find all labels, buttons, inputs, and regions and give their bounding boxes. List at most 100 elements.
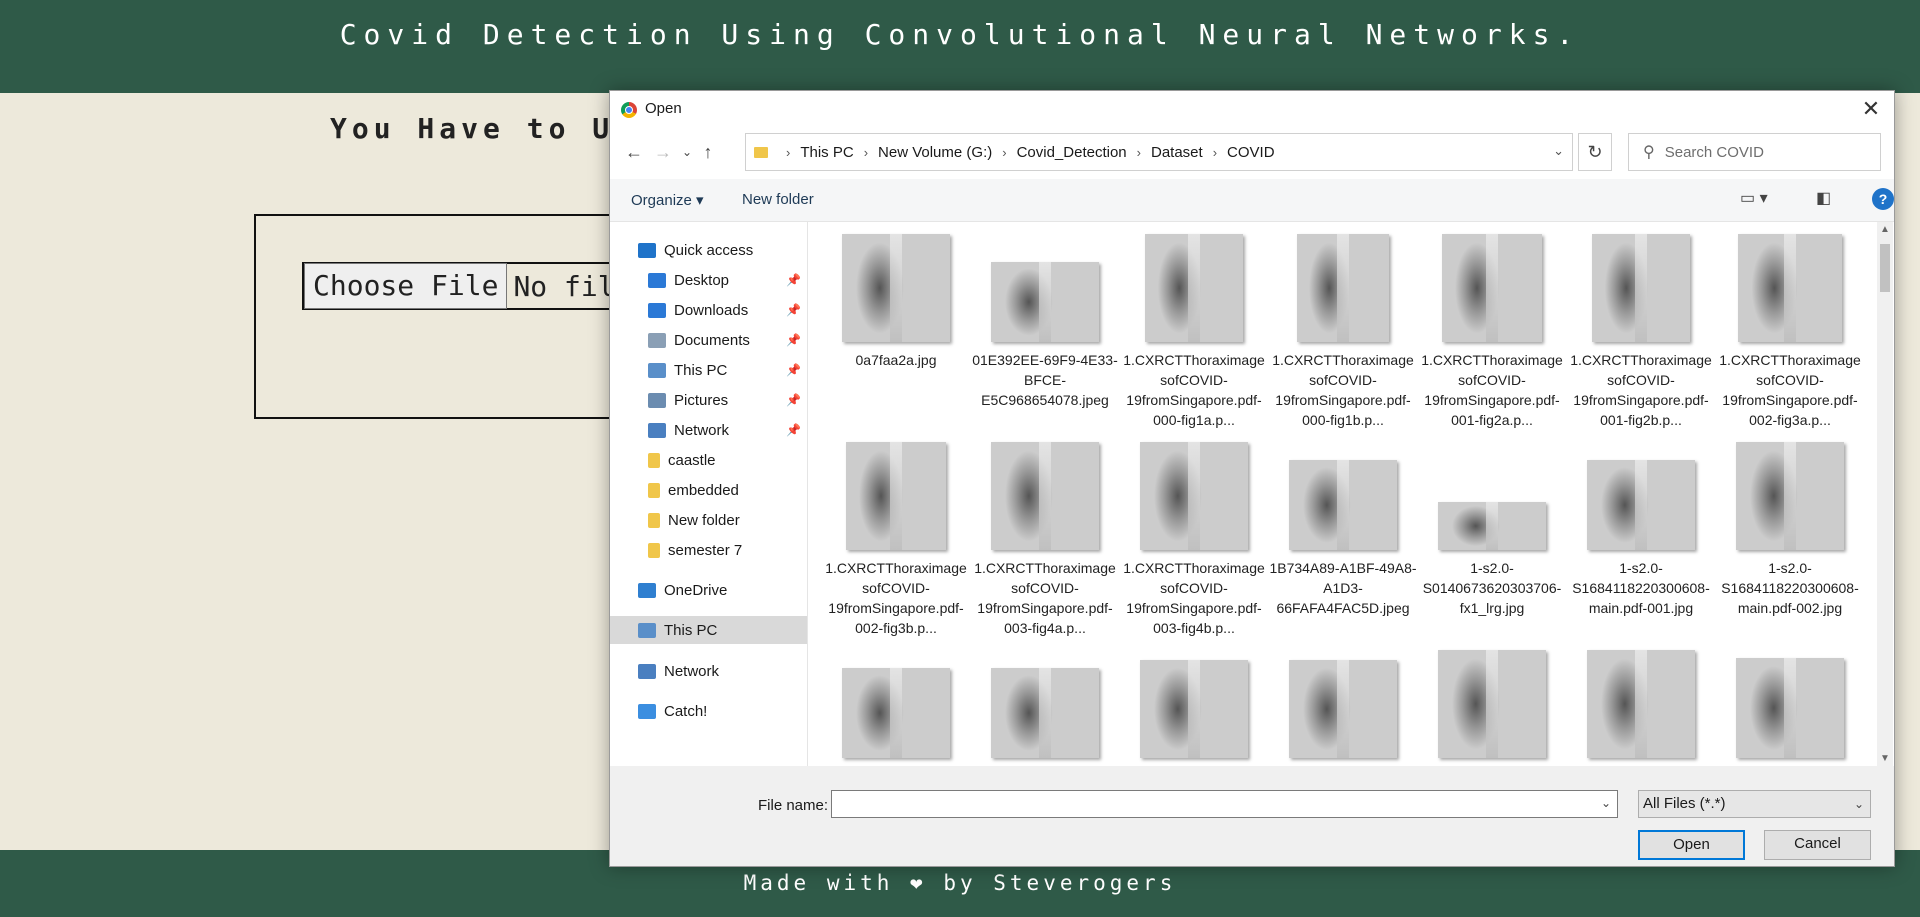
- thumbnail-frame: [822, 232, 970, 344]
- xray-thumbnail: [991, 668, 1099, 758]
- choose-file-button[interactable]: Choose File: [304, 263, 508, 309]
- xray-thumbnail: [1438, 502, 1546, 550]
- thumbnail-frame: [1716, 232, 1864, 344]
- sidebar-item[interactable]: Pictures 📌: [610, 386, 807, 414]
- chevron-right-icon[interactable]: ›: [1213, 145, 1217, 160]
- breadcrumb-item[interactable]: COVID: [1227, 144, 1275, 161]
- sidebar-item[interactable]: Network 📌: [610, 416, 807, 444]
- file-name: 1-s2.0-S1684118220300608-main.pdf-001.jp…: [1572, 560, 1710, 616]
- help-icon[interactable]: ?: [1872, 188, 1894, 210]
- sidebar-item[interactable]: semester 7: [610, 536, 807, 564]
- breadcrumb-item[interactable]: This PC: [800, 144, 853, 161]
- preview-pane-icon[interactable]: ◧: [1816, 188, 1831, 208]
- chevron-down-icon[interactable]: ⌄: [1553, 143, 1564, 159]
- sidebar-item-label: This PC: [674, 361, 728, 379]
- chevron-down-icon[interactable]: ⌄: [1601, 796, 1611, 810]
- sidebar-item[interactable]: Documents 📌: [610, 326, 807, 354]
- documents-icon: [648, 332, 666, 348]
- xray-thumbnail: [842, 668, 950, 758]
- file-name: 01E392EE-69F9-4E33-BFCE-E5C968654078.jpe…: [972, 352, 1118, 408]
- sidebar-item[interactable]: Downloads 📌: [610, 296, 807, 324]
- breadcrumb-item[interactable]: New Volume (G:): [878, 144, 992, 161]
- file-name: 0a7faa2a.jpg: [855, 352, 937, 368]
- organize-button[interactable]: Organize ▾: [631, 191, 704, 209]
- chevron-right-icon[interactable]: ›: [1137, 145, 1141, 160]
- sidebar-item[interactable]: This PC: [610, 616, 807, 644]
- thumbnail-frame: [1120, 232, 1268, 344]
- sidebar-item[interactable]: New folder: [610, 506, 807, 534]
- thumbnail-frame: [1269, 648, 1417, 760]
- pin-icon: 📌: [786, 273, 801, 287]
- file-name: 1.CXRCTThoraximagesofCOVID-19fromSingapo…: [1123, 352, 1265, 428]
- dialog-title: Open: [645, 100, 682, 117]
- sidebar-item[interactable]: caastle: [610, 446, 807, 474]
- xray-thumbnail: [991, 442, 1099, 550]
- view-options-icon[interactable]: ▭ ▾: [1740, 188, 1768, 208]
- open-button[interactable]: Open: [1638, 830, 1745, 860]
- xray-thumbnail: [1289, 660, 1397, 758]
- dialog-toolbar: Organize ▾ New folder ▭ ▾ ◧ ?: [610, 179, 1894, 222]
- thumbnail-frame: [1418, 648, 1566, 760]
- dialog-footer: File name: ⌄ All Files (*.*) ⌄ Open Canc…: [610, 766, 1894, 866]
- thumbnail-frame: [1716, 648, 1864, 760]
- sidebar-item[interactable]: embedded: [610, 476, 807, 504]
- folder-icon: [648, 482, 660, 498]
- sidebar-item-label: Network: [674, 421, 730, 439]
- open-file-dialog: Open ✕ ← → ⌄ ↑ › This PC › New Volume (G…: [609, 90, 1895, 867]
- file-name: 1.CXRCTThoraximagesofCOVID-19fromSingapo…: [974, 560, 1116, 636]
- xray-thumbnail: [1140, 660, 1248, 758]
- cancel-button[interactable]: Cancel: [1764, 830, 1871, 860]
- chevron-right-icon[interactable]: ›: [1002, 145, 1006, 160]
- sidebar-item-label: OneDrive: [664, 581, 728, 599]
- pc-icon: [648, 362, 666, 378]
- file-input[interactable]: Choose File No fil: [302, 262, 617, 310]
- download-icon: [648, 302, 666, 318]
- chevron-down-icon: ⌄: [1853, 797, 1864, 811]
- dialog-titlebar[interactable]: Open ✕: [610, 91, 1894, 127]
- sidebar-item[interactable]: OneDrive: [610, 576, 807, 604]
- pin-icon: 📌: [786, 363, 801, 377]
- scroll-up-icon[interactable]: ▲: [1877, 224, 1893, 235]
- file-name: 1-s2.0-S1684118220300608-main.pdf-002.jp…: [1721, 560, 1859, 616]
- refresh-button[interactable]: ↻: [1578, 133, 1612, 171]
- address-bar[interactable]: › This PC › New Volume (G:) › Covid_Dete…: [745, 133, 1573, 171]
- close-button[interactable]: ✕: [1848, 91, 1894, 127]
- breadcrumb-item[interactable]: Dataset: [1151, 144, 1203, 161]
- file-name: 1.CXRCTThoraximagesofCOVID-19fromSingapo…: [1272, 352, 1414, 428]
- pc-icon: [638, 622, 656, 638]
- file-type-select[interactable]: All Files (*.*) ⌄: [1638, 790, 1871, 818]
- xray-thumbnail: [842, 234, 950, 342]
- thumbnail-frame: [971, 648, 1119, 760]
- chevron-right-icon[interactable]: ›: [864, 145, 868, 160]
- sidebar-item[interactable]: Quick access: [610, 236, 807, 264]
- up-arrow-icon[interactable]: ↑: [695, 139, 721, 165]
- new-folder-button[interactable]: New folder: [742, 191, 814, 208]
- sidebar-item-label: This PC: [664, 621, 718, 639]
- xray-thumbnail: [1587, 460, 1695, 550]
- search-box[interactable]: ⚲ Search COVID: [1628, 133, 1881, 171]
- sidebar-item[interactable]: Desktop 📌: [610, 266, 807, 294]
- breadcrumb-item[interactable]: Covid_Detection: [1017, 144, 1127, 161]
- pin-icon: 📌: [786, 423, 801, 437]
- scroll-down-icon[interactable]: ▼: [1877, 753, 1893, 764]
- xray-thumbnail: [1592, 234, 1690, 342]
- forward-arrow-icon[interactable]: →: [650, 139, 676, 165]
- xray-thumbnail: [1297, 234, 1389, 342]
- sidebar-item-label: Desktop: [674, 271, 730, 289]
- scroll-thumb[interactable]: [1880, 244, 1890, 292]
- sidebar-item[interactable]: Network: [610, 657, 807, 685]
- file-name: 1.CXRCTThoraximagesofCOVID-19fromSingapo…: [1570, 352, 1712, 428]
- navigation-pane: Quick access Desktop 📌 Downloads 📌 Documents 📌…: [610, 222, 808, 766]
- sidebar-item[interactable]: This PC 📌: [610, 356, 807, 384]
- thumbnail-frame: [1567, 648, 1715, 760]
- thumbnail-frame: [971, 232, 1119, 344]
- sidebar-item[interactable]: Catch!: [610, 697, 807, 725]
- sidebar-item-label: embedded: [668, 481, 739, 499]
- back-arrow-icon[interactable]: ←: [621, 139, 647, 165]
- file-name-input[interactable]: ⌄: [831, 790, 1618, 818]
- vertical-scrollbar[interactable]: ▲ ▼: [1877, 222, 1893, 766]
- thumbnail-frame: [1418, 232, 1566, 344]
- no-file-text: No fil: [513, 269, 615, 303]
- xray-thumbnail: [846, 442, 946, 550]
- file-grid: 0a7faa2a.jpg 01E392EE-69F9-4E33-BFCE-E5C9…: [808, 222, 1877, 766]
